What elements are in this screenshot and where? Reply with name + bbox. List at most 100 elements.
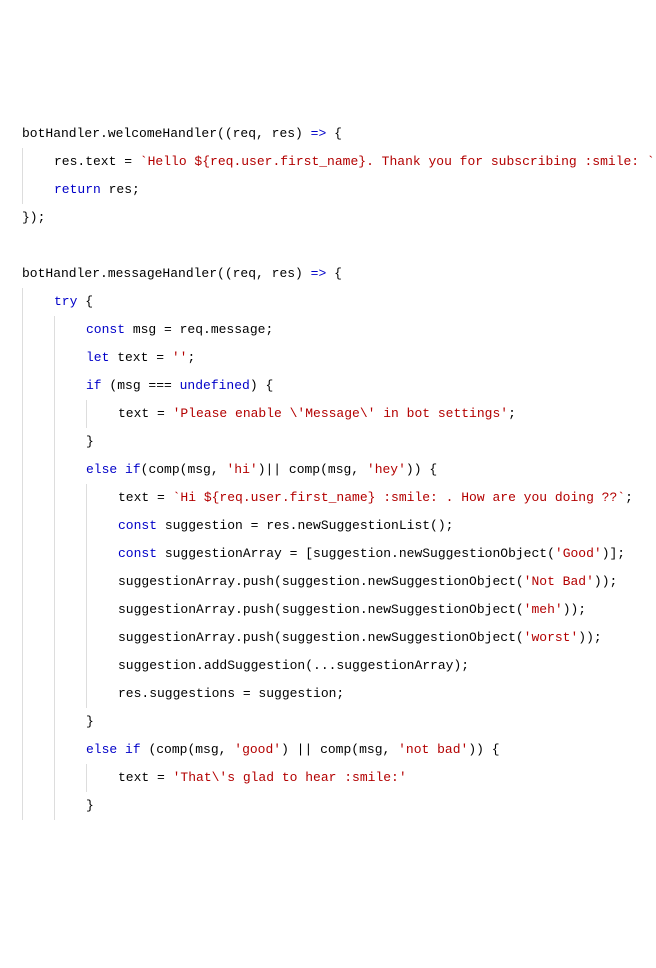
token: ) || comp(msg, <box>281 742 398 757</box>
code-line: const suggestion = res.newSuggestionList… <box>12 512 656 540</box>
token: 'good' <box>234 742 281 757</box>
code-content: try { <box>54 288 656 316</box>
code-content: let text = ''; <box>86 344 656 372</box>
token: => <box>311 126 327 141</box>
indent-guides <box>22 344 86 372</box>
token: else <box>86 742 117 757</box>
indent-guides <box>22 372 86 400</box>
token: )|| comp(msg, <box>258 462 367 477</box>
token: text = <box>118 490 173 505</box>
code-line: if (msg === undefined) { <box>12 372 656 400</box>
code-content: botHandler.welcomeHandler((req, res) => … <box>22 120 656 148</box>
code-content: else if (comp(msg, 'good') || comp(msg, … <box>86 736 656 764</box>
code-content: text = 'Please enable \'Message\' in bot… <box>118 400 656 428</box>
code-line: res.text = `Hello ${req.user.first_name}… <box>12 148 656 176</box>
token: } <box>86 798 94 813</box>
token: 'not bad' <box>398 742 468 757</box>
code-line: suggestionArray.push(suggestion.newSugge… <box>12 596 656 624</box>
code-content: } <box>86 428 656 456</box>
token: let <box>86 350 109 365</box>
token: 'hey' <box>367 462 406 477</box>
token: if <box>125 462 141 477</box>
code-line: suggestionArray.push(suggestion.newSugge… <box>12 568 656 596</box>
token: text = <box>118 406 173 421</box>
token: } <box>86 434 94 449</box>
indent-guides <box>22 596 118 624</box>
code-line: const msg = req.message; <box>12 316 656 344</box>
token: )) { <box>468 742 499 757</box>
token: } <box>86 714 94 729</box>
token: res.text = <box>54 154 140 169</box>
code-line: text = 'Please enable \'Message\' in bot… <box>12 400 656 428</box>
token <box>117 462 125 477</box>
code-line: res.suggestions = suggestion; <box>12 680 656 708</box>
code-content: } <box>86 708 656 736</box>
code-line: return res; <box>12 176 656 204</box>
code-content: res.text = `Hello ${req.user.first_name}… <box>54 148 656 176</box>
indent-guides <box>22 792 86 820</box>
indent-guides <box>22 736 86 764</box>
code-line: botHandler.messageHandler((req, res) => … <box>12 260 656 288</box>
code-line: } <box>12 428 656 456</box>
code-content <box>22 232 656 260</box>
code-content: const suggestion = res.newSuggestionList… <box>118 512 656 540</box>
code-content: suggestionArray.push(suggestion.newSugge… <box>118 596 656 624</box>
indent-guides <box>22 288 54 316</box>
indent-guides <box>22 764 118 792</box>
code-line: const suggestionArray = [suggestion.newS… <box>12 540 656 568</box>
indent-guides <box>22 624 118 652</box>
token: return <box>54 182 101 197</box>
code-content: const suggestionArray = [suggestion.newS… <box>118 540 656 568</box>
indent-guides <box>22 540 118 568</box>
token: (comp(msg, <box>141 462 227 477</box>
token: res; <box>101 182 140 197</box>
token: ; <box>508 406 516 421</box>
token: suggestionArray = [suggestion.newSuggest… <box>157 546 555 561</box>
code-line: else if(comp(msg, 'hi')|| comp(msg, 'hey… <box>12 456 656 484</box>
token: )]; <box>602 546 625 561</box>
token: 'hi' <box>226 462 257 477</box>
token: )); <box>563 602 586 617</box>
indent-guides <box>22 148 54 176</box>
token: { <box>326 126 342 141</box>
token: }); <box>22 210 45 225</box>
code-content: suggestion.addSuggestion(...suggestionAr… <box>118 652 656 680</box>
indent-guides <box>22 400 118 428</box>
token: res.suggestions = suggestion; <box>118 686 344 701</box>
code-content: res.suggestions = suggestion; <box>118 680 656 708</box>
code-line: } <box>12 792 656 820</box>
code-line: } <box>12 708 656 736</box>
code-content: suggestionArray.push(suggestion.newSugge… <box>118 568 656 596</box>
code-content: else if(comp(msg, 'hi')|| comp(msg, 'hey… <box>86 456 656 484</box>
token: botHandler.messageHandler((req, res) <box>22 266 311 281</box>
token: (comp(msg, <box>141 742 235 757</box>
code-content: text = 'That\'s glad to hear :smile:' <box>118 764 656 792</box>
token: 'Good' <box>555 546 602 561</box>
code-line: suggestionArray.push(suggestion.newSugge… <box>12 624 656 652</box>
indent-guides <box>22 512 118 540</box>
token: suggestionArray.push(suggestion.newSugge… <box>118 602 524 617</box>
indent-guides <box>22 652 118 680</box>
token: suggestion = res.newSuggestionList(); <box>157 518 453 533</box>
token: (msg === <box>102 378 180 393</box>
code-content: }); <box>22 204 656 232</box>
indent-guides <box>22 708 86 736</box>
code-content: suggestionArray.push(suggestion.newSugge… <box>118 624 656 652</box>
code-line: else if (comp(msg, 'good') || comp(msg, … <box>12 736 656 764</box>
code-line: try { <box>12 288 656 316</box>
token: )); <box>578 630 601 645</box>
token: 'That\'s glad to hear :smile:' <box>173 770 407 785</box>
token: botHandler.welcomeHandler((req, res) <box>22 126 311 141</box>
token <box>22 238 30 253</box>
code-content: } <box>86 792 656 820</box>
token: 'Not Bad' <box>524 574 594 589</box>
token: ; <box>625 490 633 505</box>
code-content: botHandler.messageHandler((req, res) => … <box>22 260 656 288</box>
token <box>117 742 125 757</box>
token: { <box>326 266 342 281</box>
indent-guides <box>22 316 86 344</box>
indent-guides <box>22 428 86 456</box>
token: suggestionArray.push(suggestion.newSugge… <box>118 630 524 645</box>
code-line: botHandler.welcomeHandler((req, res) => … <box>12 120 656 148</box>
token: if <box>86 378 102 393</box>
